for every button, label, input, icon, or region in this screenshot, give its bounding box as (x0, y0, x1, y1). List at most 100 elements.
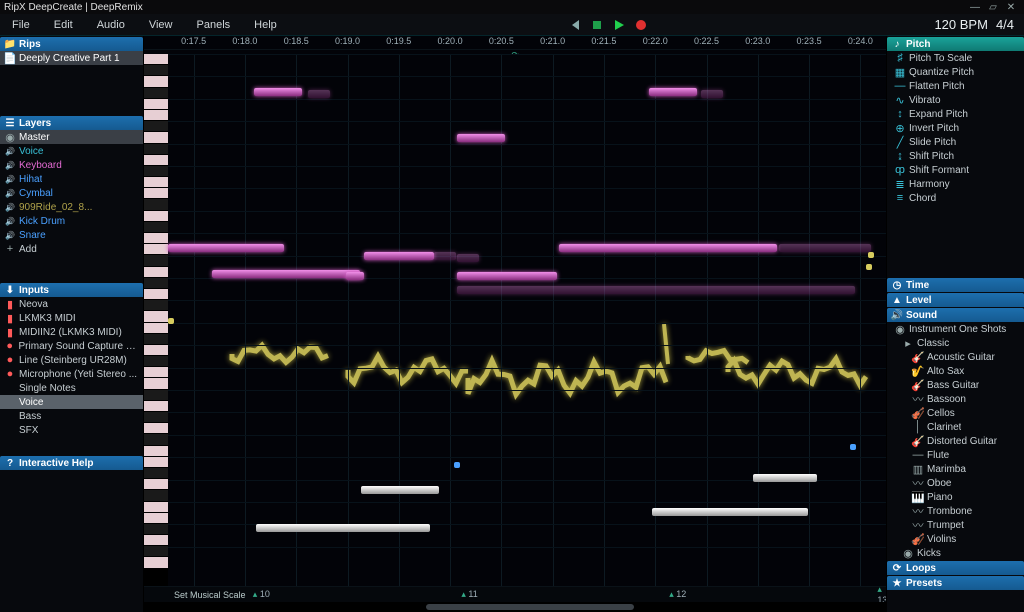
piano-key[interactable] (144, 132, 168, 143)
rips-header[interactable]: 📁 Rips (0, 37, 143, 51)
piano-key[interactable] (144, 110, 168, 121)
piano-key[interactable] (144, 54, 168, 65)
drum-note[interactable] (256, 524, 430, 532)
piano-key[interactable] (144, 490, 168, 501)
input-item[interactable]: Single Notes (0, 381, 143, 395)
horizontal-scrollbar[interactable] (144, 602, 886, 612)
layer-master[interactable]: ◉ Master (0, 130, 143, 144)
sound-item[interactable]: —Flute (887, 448, 1024, 462)
keyboard-note[interactable] (457, 134, 505, 142)
piano-roll-keys[interactable] (144, 54, 168, 586)
keyboard-note[interactable] (168, 244, 284, 252)
sound-item[interactable]: 🎸Acoustic Guitar (887, 350, 1024, 364)
bar-ruler[interactable]: Set Musical Scale ▴ 10▴ 11▴ 12▴ 13 (144, 586, 886, 602)
time-header[interactable]: ◷ Time (887, 278, 1024, 292)
ride-note[interactable] (866, 264, 872, 270)
piano-key[interactable] (144, 423, 168, 434)
sound-item[interactable]: ▥Marimba (887, 462, 1024, 476)
sound-item[interactable]: 〰Bassoon (887, 392, 1024, 406)
ride-note[interactable] (168, 318, 174, 324)
piano-key[interactable] (144, 300, 168, 311)
layer-item[interactable]: 🔊Kick Drum (0, 214, 143, 228)
menu-view[interactable]: View (137, 19, 185, 31)
piano-key[interactable] (144, 88, 168, 99)
sound-item[interactable]: 🎻Cellos (887, 406, 1024, 420)
layers-header[interactable]: ☰ Layers (0, 116, 143, 130)
piano-key[interactable] (144, 356, 168, 367)
piano-key[interactable] (144, 367, 168, 378)
speaker-icon[interactable]: 🔊 (5, 174, 15, 184)
piano-key[interactable] (144, 446, 168, 457)
input-item[interactable]: ●Microphone (Yeti Stereo ... (0, 367, 143, 381)
inputs-header[interactable]: ⬇ Inputs (0, 283, 143, 297)
presets-header[interactable]: ★ Presets (887, 576, 1024, 590)
input-item[interactable]: ●Line (Steinberg UR28M) (0, 353, 143, 367)
keyboard-note[interactable] (434, 252, 456, 260)
add-layer-button[interactable]: + Add (0, 242, 143, 256)
piano-key[interactable] (144, 76, 168, 87)
piano-key[interactable] (144, 334, 168, 345)
sound-header[interactable]: 🔊 Sound (887, 308, 1024, 322)
piano-key[interactable] (144, 177, 168, 188)
hihat-note[interactable] (454, 462, 460, 468)
pitch-tool[interactable]: —Flatten Pitch (887, 79, 1024, 93)
keyboard-note[interactable] (779, 244, 871, 252)
window-close-button[interactable]: ✕ (1002, 2, 1020, 13)
hihat-note[interactable] (850, 444, 856, 450)
stop-icon[interactable] (591, 19, 603, 31)
sound-item[interactable]: 🎸Bass Guitar (887, 378, 1024, 392)
ride-note[interactable] (868, 252, 874, 258)
keyboard-note[interactable] (649, 88, 697, 96)
piano-key[interactable] (144, 289, 168, 300)
speaker-icon[interactable]: 🔊 (5, 146, 15, 156)
play-icon[interactable] (613, 19, 625, 31)
bpm-display[interactable]: 120 BPM (926, 17, 995, 32)
scrollbar-thumb[interactable] (426, 604, 634, 610)
layer-item[interactable]: 🔊Hihat (0, 172, 143, 186)
piano-key[interactable] (144, 557, 168, 568)
piano-key[interactable] (144, 267, 168, 278)
pitch-tool[interactable]: ▦Quantize Pitch (887, 65, 1024, 79)
layer-item[interactable]: 🔊Cymbal (0, 186, 143, 200)
sound-item[interactable]: 🎻Violins (887, 532, 1024, 546)
window-minimize-button[interactable]: — (966, 2, 984, 13)
layer-item[interactable]: 🔊Keyboard (0, 158, 143, 172)
input-item[interactable]: SFX (0, 423, 143, 437)
pitch-tool[interactable]: ⊕Invert Pitch (887, 121, 1024, 135)
piano-key[interactable] (144, 378, 168, 389)
record-icon[interactable] (635, 19, 647, 31)
speaker-icon[interactable]: 🔊 (5, 160, 15, 170)
pitch-tool[interactable]: ≡Chord (887, 191, 1024, 205)
note-canvas[interactable] (168, 54, 886, 586)
input-item[interactable]: ▮MIDIIN2 (LKMK3 MIDI) (0, 325, 143, 339)
pitch-tool[interactable]: ↨Shift Pitch (887, 149, 1024, 163)
piano-key[interactable] (144, 345, 168, 356)
pitch-tool[interactable]: ↕Expand Pitch (887, 107, 1024, 121)
timeline-ruler[interactable]: 0:17.50:18.00:18.50:19.00:19.50:20.00:20… (144, 36, 886, 50)
level-header[interactable]: ▲ Level (887, 293, 1024, 307)
help-header[interactable]: ? Interactive Help (0, 456, 143, 470)
note-editor[interactable] (144, 54, 886, 586)
input-item[interactable]: Voice (0, 395, 143, 409)
drum-note[interactable] (753, 474, 817, 482)
input-item[interactable]: ▮LKMK3 MIDI (0, 311, 143, 325)
layer-item[interactable]: 🔊Voice (0, 144, 143, 158)
set-musical-scale-button[interactable]: Set Musical Scale (144, 590, 256, 600)
menu-panels[interactable]: Panels (185, 19, 243, 31)
piano-key[interactable] (144, 524, 168, 535)
piano-key[interactable] (144, 144, 168, 155)
piano-key[interactable] (144, 222, 168, 233)
pitch-tool[interactable]: ♯Pitch To Scale (887, 51, 1024, 65)
time-signature-display[interactable]: 4/4 (996, 17, 1024, 32)
piano-key[interactable] (144, 390, 168, 401)
input-item[interactable]: Bass (0, 409, 143, 423)
menu-file[interactable]: File (0, 19, 42, 31)
speaker-icon[interactable]: 🔊 (5, 230, 15, 240)
piano-key[interactable] (144, 412, 168, 423)
layer-item[interactable]: 🔊909Ride_02_8... (0, 200, 143, 214)
input-item[interactable]: ●Primary Sound Capture Dr... (0, 339, 143, 353)
sound-item[interactable]: │Clarinet (887, 420, 1024, 434)
sound-item[interactable]: 🎹Piano (887, 490, 1024, 504)
keyboard-note[interactable] (701, 90, 723, 98)
pitch-header[interactable]: ♪ Pitch (887, 37, 1024, 51)
